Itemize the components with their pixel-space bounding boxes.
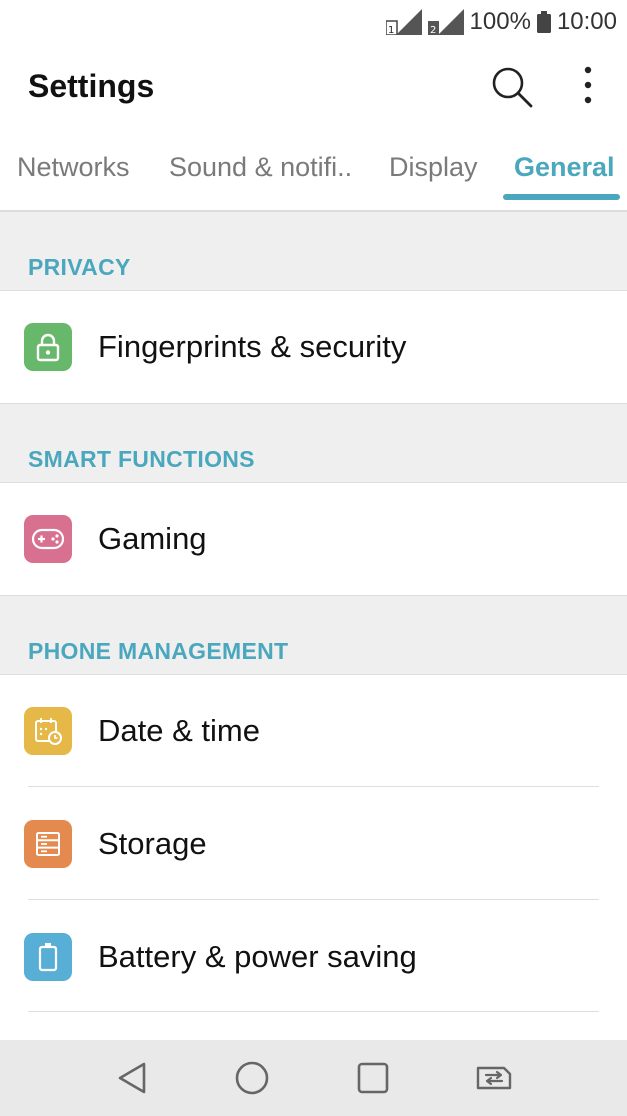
sim1-badge: 1 <box>388 25 394 35</box>
section-header-privacy: PRIVACY <box>0 212 627 291</box>
calendar-clock-icon <box>24 707 72 755</box>
tab-sound-notifications[interactable]: Sound & notifi.. <box>169 152 352 183</box>
home-icon <box>235 1061 269 1095</box>
list-item-date-time[interactable]: Date & time <box>0 675 627 787</box>
list-item-fingerprints-security[interactable]: Fingerprints & security <box>0 291 627 403</box>
list-item-label: Date & time <box>98 713 260 748</box>
list-item-label: Battery & power saving <box>98 939 417 974</box>
sim2-badge: 2 <box>430 25 436 35</box>
recents-button[interactable] <box>353 1058 393 1098</box>
divider <box>28 786 599 787</box>
tab-networks[interactable]: Networks <box>17 152 130 183</box>
section-header-phone-management: PHONE MANAGEMENT <box>0 595 627 675</box>
list-item-label: Gaming <box>98 521 207 556</box>
switch-sim-button[interactable] <box>474 1058 514 1098</box>
more-vert-icon <box>584 66 592 104</box>
navigation-bar <box>0 1040 627 1116</box>
tab-general[interactable]: General <box>514 152 615 183</box>
divider <box>28 899 599 900</box>
section-label: PRIVACY <box>28 254 131 280</box>
sim-switch-icon <box>476 1066 512 1090</box>
search-icon <box>492 67 533 108</box>
list-item-label: Storage <box>98 826 207 861</box>
search-button[interactable] <box>487 62 537 112</box>
battery-icon <box>24 933 72 981</box>
active-tab-indicator <box>503 194 620 200</box>
gamepad-icon <box>24 515 72 563</box>
battery-status-icon <box>536 11 551 33</box>
page-title: Settings <box>28 68 155 104</box>
tab-bar: Networks Sound & notifi.. Display Genera… <box>0 128 627 212</box>
back-icon <box>118 1062 146 1094</box>
battery-percent: 100% <box>469 8 531 35</box>
list-item-gaming[interactable]: Gaming <box>0 483 627 595</box>
divider <box>28 1011 599 1012</box>
list-item-battery-power-saving[interactable]: Battery & power saving <box>0 901 627 1013</box>
sim2-signal-icon: 2 <box>427 9 464 35</box>
recents-icon <box>357 1062 389 1094</box>
more-options-button[interactable] <box>568 62 608 112</box>
section-label: PHONE MANAGEMENT <box>28 638 289 664</box>
lock-icon <box>24 323 72 371</box>
back-button[interactable] <box>112 1058 152 1098</box>
section-header-smart-functions: SMART FUNCTIONS <box>0 403 627 483</box>
app-bar: Settings <box>0 44 627 128</box>
section-label: SMART FUNCTIONS <box>28 446 255 472</box>
list-item-label: Fingerprints & security <box>98 329 407 364</box>
status-bar: 1 2 100% 10:00 <box>0 0 627 44</box>
storage-icon <box>24 820 72 868</box>
clock: 10:00 <box>556 8 617 35</box>
home-button[interactable] <box>232 1058 272 1098</box>
sim1-signal-icon: 1 <box>385 9 422 35</box>
tab-display[interactable]: Display <box>389 152 478 183</box>
list-item-storage[interactable]: Storage <box>0 788 627 900</box>
